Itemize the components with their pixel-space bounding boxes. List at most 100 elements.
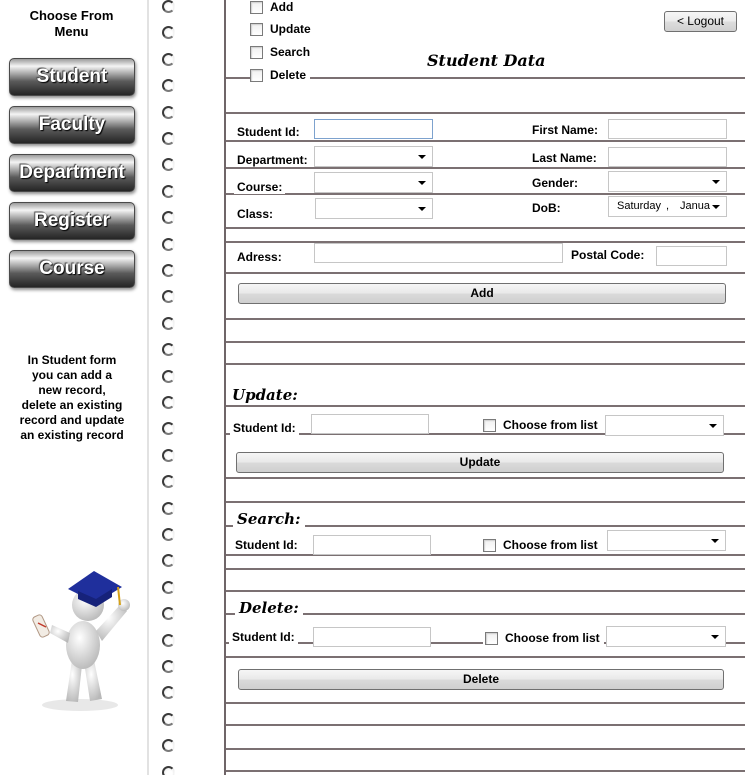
- course-select[interactable]: [314, 172, 433, 193]
- search-option[interactable]: Search: [250, 45, 315, 59]
- binder-ring-icon: [162, 396, 175, 409]
- binder-ring-icon: [162, 158, 175, 171]
- delete-section-title: Delete:: [235, 599, 303, 617]
- menu-title: Choose From Menu: [29, 8, 114, 39]
- ruled-line: [226, 167, 745, 169]
- update-option[interactable]: Update: [250, 22, 315, 36]
- search-choose-from-list[interactable]: Choose from list: [481, 538, 602, 552]
- update-section-title: Update:: [228, 386, 302, 404]
- update-option-label: Update: [270, 22, 311, 36]
- ruled-line: [226, 193, 745, 195]
- delete-student-id-input[interactable]: [313, 627, 431, 647]
- gender-select[interactable]: [608, 171, 727, 192]
- menu-register-button[interactable]: Register: [9, 202, 135, 240]
- search-checkbox[interactable]: [250, 45, 263, 59]
- ruled-line: [226, 656, 745, 658]
- update-choose-from-list[interactable]: Choose from list: [481, 418, 602, 432]
- delete-student-id-label: Student Id:: [229, 630, 298, 644]
- chevron-down-icon: [711, 635, 719, 639]
- delete-checkbox[interactable]: [250, 68, 263, 82]
- delete-list-select[interactable]: [606, 626, 726, 647]
- last-name-input[interactable]: [608, 147, 727, 167]
- update-button[interactable]: Update: [236, 452, 724, 473]
- dob-date-picker[interactable]: Saturday , Janua: [608, 196, 727, 217]
- menu-course-button[interactable]: Course: [9, 250, 135, 288]
- ruled-line: [226, 227, 745, 229]
- first-name-input[interactable]: [608, 119, 727, 139]
- page-spine: [147, 0, 149, 775]
- postal-code-input[interactable]: [656, 246, 727, 266]
- chevron-down-icon: [712, 180, 720, 184]
- binder-ring-icon: [162, 766, 175, 775]
- delete-choose-checkbox[interactable]: [485, 631, 498, 645]
- binder-ring-icon: [162, 528, 175, 541]
- dob-label: DoB:: [529, 201, 564, 215]
- binder-ring-icon: [162, 581, 175, 594]
- add-checkbox[interactable]: [250, 0, 263, 14]
- add-button[interactable]: Add: [238, 283, 726, 304]
- add-option[interactable]: Add: [250, 0, 298, 14]
- postal-code-label: Postal Code:: [568, 248, 648, 262]
- update-checkbox[interactable]: [250, 22, 263, 36]
- menu-department-button[interactable]: Department: [9, 154, 135, 192]
- chevron-down-icon: [418, 181, 426, 185]
- binder-ring-icon: [162, 132, 175, 145]
- binder-ring-icon: [162, 660, 175, 673]
- binder-ring-icon: [162, 238, 175, 251]
- binder-ring-icon: [162, 317, 175, 330]
- search-student-id-label: Student Id:: [232, 538, 301, 552]
- search-choose-label: Choose from list: [503, 538, 598, 552]
- update-choose-checkbox[interactable]: [483, 418, 496, 432]
- search-list-select[interactable]: [607, 530, 726, 551]
- student-id-input[interactable]: [314, 119, 433, 139]
- update-list-select[interactable]: [605, 415, 724, 436]
- ruled-line: [226, 405, 745, 407]
- ruled-line: [226, 613, 745, 615]
- page-title: Student Data: [423, 51, 550, 70]
- update-student-id-label: Student Id:: [230, 421, 299, 435]
- ruled-line: [226, 748, 745, 750]
- department-select[interactable]: [314, 146, 433, 167]
- ruled-line: [226, 554, 745, 556]
- binder-ring-icon: [162, 185, 175, 198]
- last-name-label: Last Name:: [529, 151, 600, 165]
- ruled-line: [226, 702, 745, 704]
- ruled-line: [226, 568, 745, 570]
- address-input[interactable]: [314, 243, 563, 263]
- binder-ring-icon: [162, 26, 175, 39]
- chevron-down-icon: [711, 539, 719, 543]
- binder-ring-icon: [162, 554, 175, 567]
- chevron-down-icon: [418, 207, 426, 211]
- binder-ring-icon: [162, 264, 175, 277]
- binder-ring-icon: [162, 502, 175, 515]
- delete-choose-from-list[interactable]: Choose from list: [483, 631, 604, 645]
- first-name-label: First Name:: [529, 123, 602, 137]
- menu-student-button[interactable]: Student: [9, 58, 135, 96]
- search-student-id-input[interactable]: [313, 535, 431, 555]
- notebook-page: Add Update Search Delete Student Data < …: [147, 0, 745, 775]
- binder-ring-icon: [162, 106, 175, 119]
- class-select[interactable]: [315, 198, 433, 219]
- dob-day-value: Saturday: [617, 200, 662, 212]
- search-choose-checkbox[interactable]: [483, 538, 496, 552]
- binder-ring-icon: [162, 634, 175, 647]
- binder-ring-icon: [162, 739, 175, 752]
- ruled-line: [226, 318, 745, 320]
- menu-faculty-button[interactable]: Faculty: [9, 106, 135, 144]
- logout-button[interactable]: < Logout: [664, 11, 737, 32]
- gender-label: Gender:: [529, 176, 582, 190]
- update-choose-label: Choose from list: [503, 418, 598, 432]
- search-section-title: Search:: [233, 510, 305, 528]
- student-form-info: In Student form you can add a new record…: [19, 353, 125, 442]
- binder-ring-icon: [162, 449, 175, 462]
- delete-option-label: Delete: [270, 68, 307, 82]
- delete-option[interactable]: Delete: [250, 68, 311, 82]
- delete-button[interactable]: Delete: [238, 669, 724, 690]
- binder-ring-icon: [162, 686, 175, 699]
- chevron-down-icon: [712, 205, 720, 209]
- binder-ring-icon: [162, 607, 175, 620]
- student-id-label: Student Id:: [234, 125, 303, 139]
- ruled-line: [226, 140, 745, 142]
- course-label: Course:: [234, 180, 286, 194]
- update-student-id-input[interactable]: [311, 414, 429, 434]
